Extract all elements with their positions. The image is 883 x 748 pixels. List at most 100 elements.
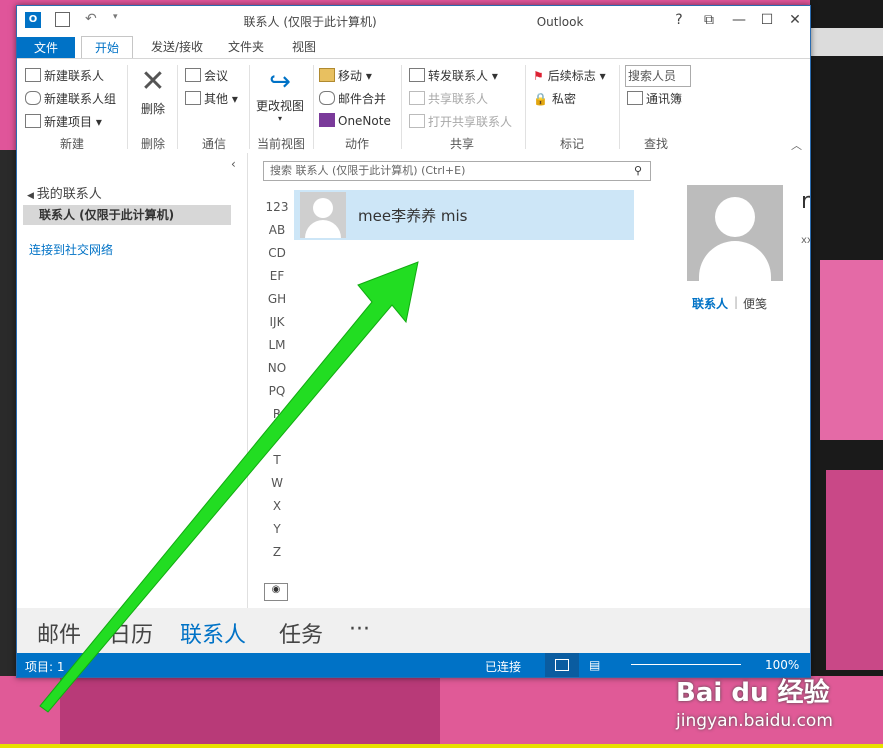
- more-icon: [185, 91, 201, 105]
- ribbon-tabs: 文件 开始 发送/接收 文件夹 视图: [17, 34, 810, 60]
- more-button[interactable]: 其他 ▾: [185, 90, 238, 107]
- mail-merge-icon: [319, 91, 335, 105]
- onenote-button[interactable]: OneNote: [319, 113, 391, 128]
- status-items-count: 项目: 1: [25, 660, 65, 674]
- letter-index-item[interactable]: EF: [260, 269, 294, 283]
- contact-view-toggle-icon[interactable]: ◉: [264, 583, 288, 601]
- address-book-icon: [627, 91, 643, 105]
- help-button[interactable]: ?: [667, 10, 691, 30]
- open-shared-icon: [409, 114, 425, 128]
- tab-file[interactable]: 文件: [17, 37, 75, 59]
- open-shared-contacts-button[interactable]: 打开共享联系人: [409, 113, 512, 130]
- reading-pane: r xx 联系人 | 便笺: [665, 153, 810, 608]
- minimize-button[interactable]: —: [727, 10, 751, 30]
- group-label-new: 新建: [59, 137, 84, 151]
- letter-index-item[interactable]: X: [260, 499, 294, 513]
- contact-photo: [687, 185, 783, 281]
- delete-x-icon: ✕: [140, 64, 166, 99]
- contact-card[interactable]: mee李养养 mis: [294, 190, 634, 240]
- avatar: [300, 192, 346, 238]
- letter-index-item[interactable]: 123: [260, 200, 294, 214]
- ribbon: 新建联系人 新建联系人组 新建项目 ▾ 新建 ✕ 删除 删除 会议 其他 ▾ 通…: [17, 58, 810, 154]
- contact-name-large: r: [801, 189, 811, 214]
- forward-contact-icon: [409, 68, 425, 82]
- new-item-icon: [25, 114, 41, 128]
- bottom-navigation: 邮件 日历 联系人 任务 ···: [17, 608, 810, 653]
- letter-index-item[interactable]: T: [260, 453, 294, 467]
- group-label-delete: 删除: [140, 137, 165, 151]
- calendar-icon: [185, 68, 201, 82]
- mail-merge-button[interactable]: 邮件合并: [319, 90, 386, 107]
- letter-index-item[interactable]: Z: [260, 545, 294, 559]
- ribbon-display-options-button[interactable]: ⧉: [697, 10, 721, 30]
- new-contact-group-button[interactable]: 新建联系人组: [25, 90, 116, 107]
- maximize-button[interactable]: ☐: [755, 10, 779, 30]
- collapse-folder-pane-icon[interactable]: ‹: [231, 157, 236, 171]
- search-contacts-input[interactable]: 搜索 联系人 (仅限于此计算机) (Ctrl+E) ⚲: [263, 161, 651, 181]
- tab-folder[interactable]: 文件夹: [221, 36, 271, 58]
- zoom-level[interactable]: 100%: [765, 658, 799, 672]
- share-icon: [409, 91, 425, 105]
- follow-up-button[interactable]: ⚑ 后续标志 ▾: [533, 67, 606, 84]
- tab-send-receive[interactable]: 发送/接收: [139, 36, 215, 58]
- contact-subtitle: xx: [801, 235, 810, 246]
- zoom-slider[interactable]: [631, 664, 741, 665]
- letter-index-item[interactable]: LM: [260, 338, 294, 352]
- private-button[interactable]: 🔒 私密: [533, 90, 576, 107]
- contact-group-icon: [25, 91, 41, 105]
- group-label-tags: 标记: [559, 137, 584, 151]
- change-view-button[interactable]: ↪ 更改视图 ▾: [255, 67, 305, 123]
- reading-view-icon[interactable]: ▤: [589, 658, 600, 672]
- nav-more[interactable]: ···: [349, 617, 370, 642]
- close-button[interactable]: ✕: [783, 10, 807, 30]
- tab-view[interactable]: 视图: [279, 36, 329, 58]
- meeting-button[interactable]: 会议: [185, 67, 228, 84]
- delete-button[interactable]: ✕ 删除: [137, 67, 169, 117]
- change-view-label: 更改视图: [255, 99, 304, 113]
- group-label-share: 共享: [449, 137, 474, 151]
- tab-home[interactable]: 开始: [81, 36, 133, 60]
- window-title: 联系人 (仅限于此计算机) Outlook: [243, 15, 584, 29]
- contact-name: mee李养养 mis: [358, 207, 468, 225]
- letter-index-item[interactable]: GH: [260, 292, 294, 306]
- search-people-input[interactable]: 搜索人员: [625, 65, 691, 87]
- baidu-watermark: Bai du 经验 jingyan.baidu.com: [676, 672, 876, 742]
- chevron-down-icon: ▾: [277, 114, 282, 123]
- letter-index-item[interactable]: NO: [260, 361, 294, 375]
- contact-card-icon: [25, 68, 41, 82]
- normal-view-icon[interactable]: [545, 653, 579, 677]
- letter-index-item[interactable]: AB: [260, 223, 294, 237]
- nav-calendar[interactable]: 日历: [109, 617, 153, 649]
- letter-index-item[interactable]: PQ: [260, 384, 294, 398]
- my-contacts-header[interactable]: ◀ 我的联系人: [27, 183, 102, 202]
- letter-index-item[interactable]: CD: [260, 246, 294, 260]
- letter-index-item[interactable]: Y: [260, 522, 294, 536]
- folder-pane: ‹ ◀ 我的联系人 联系人 (仅限于此计算机) 连接到社交网络: [17, 153, 247, 608]
- share-contacts-button[interactable]: 共享联系人: [409, 90, 488, 107]
- nav-tasks[interactable]: 任务: [279, 617, 323, 649]
- new-contact-button[interactable]: 新建联系人: [25, 67, 104, 84]
- flag-icon: ⚑: [533, 69, 544, 83]
- folder-contacts-this-computer[interactable]: 联系人 (仅限于此计算机): [23, 205, 231, 225]
- search-icon[interactable]: ⚲: [634, 162, 642, 180]
- move-button[interactable]: 移动 ▾: [319, 67, 372, 84]
- group-label-find: 查找: [643, 137, 668, 151]
- change-view-arrow-icon: ↪: [269, 67, 291, 97]
- new-items-button[interactable]: 新建项目 ▾: [25, 113, 102, 130]
- nav-people[interactable]: 联系人: [180, 617, 246, 649]
- group-label-communicate: 通信: [201, 137, 226, 151]
- tab-contact-detail[interactable]: 联系人: [692, 295, 728, 312]
- tab-notes[interactable]: 便笺: [743, 295, 767, 312]
- collapse-ribbon-icon[interactable]: ︿: [791, 137, 802, 153]
- address-book-button[interactable]: 通讯簿: [627, 90, 682, 107]
- letter-index-item[interactable]: IJK: [260, 315, 294, 329]
- letter-index-item[interactable]: R: [260, 407, 294, 421]
- watermark-brand: Bai du 经验: [676, 678, 830, 708]
- nav-mail[interactable]: 邮件: [37, 617, 81, 649]
- forward-contact-button[interactable]: 转发联系人 ▾: [409, 67, 498, 84]
- group-label-actions: 动作: [344, 137, 369, 151]
- outlook-window: O ↶ ▾ 联系人 (仅限于此计算机) Outlook ? ⧉ — ☐ ✕ 文件 …: [16, 5, 811, 678]
- connect-social-network-link[interactable]: 连接到社交网络: [29, 241, 113, 258]
- letter-index-item[interactable]: W: [260, 476, 294, 490]
- contacts-list-pane: 搜索 联系人 (仅限于此计算机) (Ctrl+E) ⚲ 123 AB CD EF GH I…: [247, 153, 666, 608]
